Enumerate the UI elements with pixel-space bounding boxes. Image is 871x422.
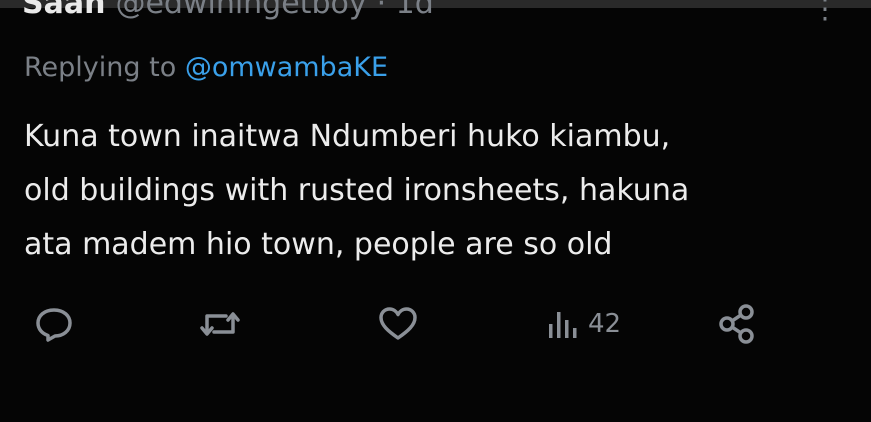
mention-link[interactable]: @omwambaKE [185, 52, 388, 83]
views-count: 42 [588, 309, 622, 339]
like-button[interactable] [376, 296, 420, 352]
retweet-icon [198, 304, 242, 344]
views-icon [546, 304, 580, 344]
retweet-button[interactable] [198, 296, 242, 352]
action-bar: 42 [0, 296, 871, 352]
share-icon [716, 302, 760, 346]
tweet-text-line: old buildings with rusted ironsheets, ha… [24, 173, 690, 208]
tweet-time[interactable]: · 1d [377, 0, 434, 21]
tweet-header: Saan @edwiningetboy · 1d [22, 0, 434, 21]
replying-prefix: Replying to [24, 52, 185, 83]
reply-icon [34, 304, 74, 344]
tweet-card[interactable]: Saan @edwiningetboy · 1d ⋮ Replying to @… [0, 0, 871, 422]
views-button[interactable]: 42 [546, 296, 621, 352]
share-button[interactable] [716, 296, 760, 352]
tweet-text-line: Kuna town inaitwa Ndumberi huko kiambu, [24, 119, 671, 154]
reply-button[interactable] [34, 296, 74, 352]
tweet-text-line: ata madem hio town, people are so old [24, 227, 613, 262]
author-name[interactable]: Saan [22, 0, 105, 21]
tweet-text: Kuna town inaitwa Ndumberi huko kiambu, … [24, 110, 854, 272]
author-handle[interactable]: @edwiningetboy [115, 0, 366, 21]
heart-icon [376, 304, 420, 344]
replying-to: Replying to @omwambaKE [24, 52, 388, 83]
more-options-icon[interactable]: ⋮ [811, 0, 841, 25]
